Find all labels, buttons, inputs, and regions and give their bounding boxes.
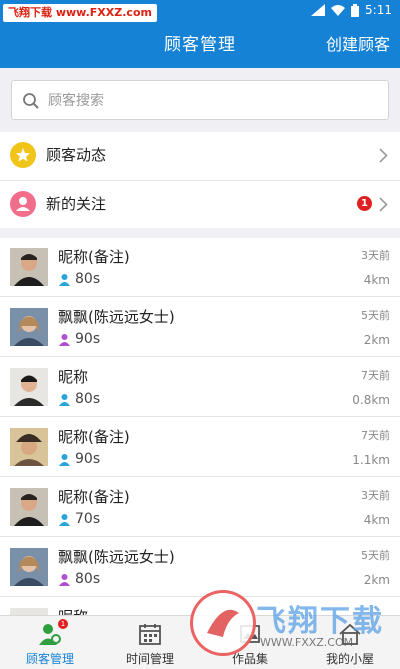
customer-row[interactable]: 昵称(备注) 80s 3天前 4km	[0, 238, 400, 297]
customer-name: 昵称(备注)	[58, 248, 130, 266]
distance: 4km	[363, 273, 390, 287]
menu-label: 新的关注	[46, 195, 107, 213]
customer-name: 昵称(备注)	[58, 488, 130, 506]
tab-customer-management[interactable]: 1 顾客管理	[0, 616, 100, 669]
watermark-text: 飞翔下载	[256, 604, 384, 639]
customer-list: 昵称(备注) 80s 3天前 4km 飘飘(陈远远女士) 90s 5天前 2km…	[0, 238, 400, 615]
customer-row[interactable]: 昵称(备注) 70s 3天前 4km	[0, 478, 400, 537]
search-area: 顾客搜索	[0, 68, 400, 130]
distance: 0.8km	[352, 393, 390, 407]
battery-icon	[351, 3, 360, 17]
distance: 1.1km	[352, 453, 390, 467]
chevron-right-icon	[379, 197, 388, 212]
person-icon	[59, 393, 70, 406]
watermark-logo: 飞翔下载 WWW.FXXZ.COM	[190, 590, 400, 669]
avatar	[10, 308, 48, 346]
customer-name: 飘飘(陈远远女士)	[58, 548, 175, 566]
customer-name: 昵称	[58, 606, 88, 615]
create-customer-button[interactable]: 创建顾客	[326, 22, 390, 68]
avatar	[10, 428, 48, 466]
tab-badge: 1	[58, 619, 68, 629]
customer-age: 80s	[58, 571, 100, 587]
watermark-url: WWW.FXXZ.COM	[260, 636, 354, 649]
avatar	[10, 548, 48, 586]
customer-age: 90s	[58, 331, 100, 347]
age-value: 80s	[75, 271, 101, 287]
customer-name: 昵称	[58, 368, 89, 386]
status-bar: 飞翔下载 www.FXXZ.com 5:11	[0, 0, 400, 22]
menu-label: 顾客动态	[46, 146, 107, 164]
last-seen: 3天前	[361, 489, 390, 502]
customer-row[interactable]: 昵称 80s 7天前 0.8km	[0, 358, 400, 417]
distance: 2km	[363, 333, 390, 347]
search-input[interactable]: 顾客搜索	[11, 80, 389, 120]
tab-time-management[interactable]: 时间管理	[100, 616, 200, 669]
person-icon	[59, 513, 70, 526]
person-icon	[59, 573, 70, 586]
age-value: 80s	[75, 571, 101, 587]
menu-list: 顾客动态 新的关注 1	[0, 132, 400, 228]
system-icons: 5:11	[311, 3, 392, 17]
menu-item-customer-activity[interactable]: 顾客动态	[0, 132, 400, 179]
distance: 2km	[363, 573, 390, 587]
last-seen: 7天前	[361, 369, 390, 382]
customer-name: 飘飘(陈远远女士)	[58, 308, 175, 326]
search-icon	[23, 93, 39, 109]
notification-badge: 1	[357, 196, 372, 211]
nav-bar: 顾客管理 创建顾客	[0, 22, 400, 68]
search-placeholder: 顾客搜索	[48, 93, 104, 109]
person-icon	[59, 333, 70, 346]
chevron-right-icon	[379, 148, 388, 163]
customer-age: 90s	[58, 451, 100, 467]
star-icon	[10, 142, 36, 168]
avatar	[10, 248, 48, 286]
customer-name: 昵称(备注)	[58, 428, 130, 446]
customer-row[interactable]: 飘飘(陈远远女士) 80s 5天前 2km	[0, 538, 400, 597]
avatar	[10, 488, 48, 526]
age-value: 70s	[75, 511, 101, 527]
customer-row[interactable]: 昵称(备注) 90s 7天前 1.1km	[0, 418, 400, 477]
person-icon	[59, 453, 70, 466]
customer-age: 70s	[58, 511, 100, 527]
person-icon	[10, 191, 36, 217]
age-value: 80s	[75, 391, 101, 407]
last-seen: 5天前	[361, 309, 390, 322]
tab-label: 顾客管理	[25, 652, 74, 666]
tab-label: 时间管理	[125, 652, 174, 666]
menu-item-new-followers[interactable]: 新的关注 1	[0, 180, 400, 227]
age-value: 90s	[75, 451, 101, 467]
signal-icon	[311, 4, 326, 16]
age-value: 90s	[75, 331, 101, 347]
customer-row[interactable]: 飘飘(陈远远女士) 90s 5天前 2km	[0, 298, 400, 357]
wifi-icon	[331, 5, 346, 16]
watermark-circle	[190, 590, 256, 656]
clock: 5:11	[365, 3, 392, 17]
customer-age: 80s	[58, 271, 100, 287]
last-seen: 3天前	[361, 249, 390, 262]
person-icon	[59, 273, 70, 286]
last-seen: 5天前	[361, 549, 390, 562]
customer-age: 80s	[58, 391, 100, 407]
avatar	[10, 608, 48, 615]
distance: 4km	[363, 513, 390, 527]
last-seen: 7天前	[361, 429, 390, 442]
calendar-icon	[139, 624, 161, 645]
watermark-banner: 飞翔下载 www.FXXZ.com	[3, 4, 157, 22]
avatar	[10, 368, 48, 406]
